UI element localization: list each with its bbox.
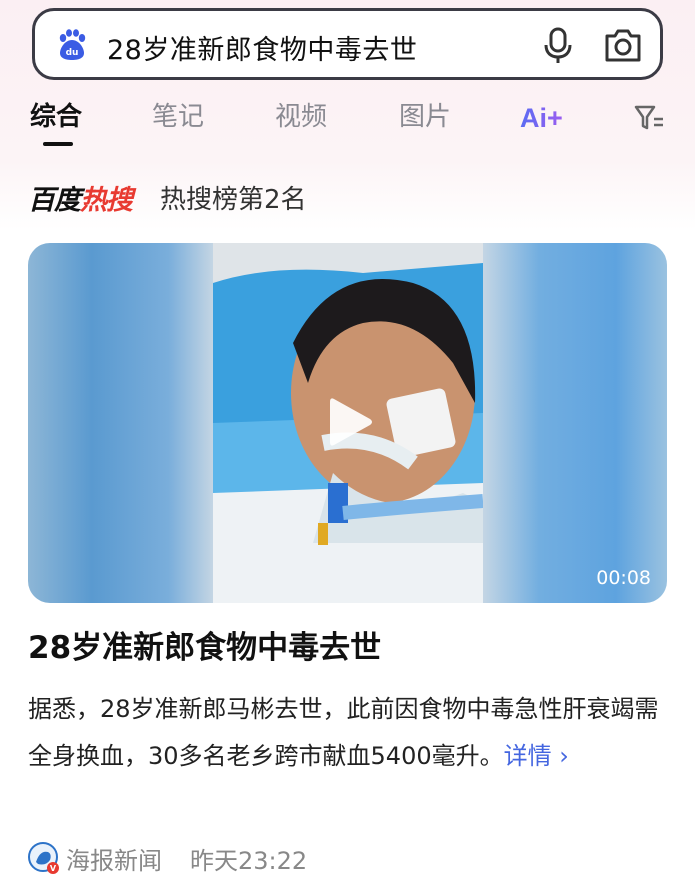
article-headline[interactable]: 28岁准新郎食物中毒去世 xyxy=(28,622,381,667)
hot-rank-label: 热搜榜第2名 xyxy=(160,185,307,215)
baidu-paw-icon: du xyxy=(59,29,86,60)
source-avatar: V xyxy=(28,842,59,874)
tab-bar: 综合 笔记 视频 图片 xyxy=(0,96,695,146)
svg-text:V: V xyxy=(50,864,57,873)
source-name: 海报新闻 xyxy=(66,847,162,875)
article-summary: 据悉，28岁准新郎马彬去世，此前因食物中毒急性肝衰竭需全身换血，30多名老乡跨市… xyxy=(28,686,668,780)
active-tab-indicator xyxy=(43,142,73,146)
tab-ai[interactable]: Ai+ xyxy=(520,100,574,134)
baidu-hot-logo: 百度热搜 xyxy=(28,185,133,216)
details-link[interactable]: 详情 › xyxy=(504,742,569,770)
tab-notes[interactable]: 笔记 xyxy=(152,96,204,133)
search-bar[interactable]: du 28岁准新郎食物中毒去世 xyxy=(32,8,663,80)
play-icon[interactable] xyxy=(324,393,376,451)
tab-images[interactable]: 图片 xyxy=(399,96,451,133)
microphone-icon[interactable] xyxy=(541,27,575,65)
publish-time: 昨天23:22 xyxy=(190,847,308,875)
video-card[interactable]: 00:08 xyxy=(28,243,667,603)
tab-video[interactable]: 视频 xyxy=(275,96,327,133)
camera-icon[interactable] xyxy=(603,26,643,64)
filter-icon[interactable] xyxy=(634,104,664,132)
svg-text:du: du xyxy=(66,48,79,58)
ai-tab-label: Ai+ xyxy=(520,103,563,133)
search-input[interactable]: 28岁准新郎食物中毒去世 xyxy=(107,28,417,67)
video-duration: 00:08 xyxy=(596,567,651,589)
tab-all[interactable]: 综合 xyxy=(30,96,82,133)
